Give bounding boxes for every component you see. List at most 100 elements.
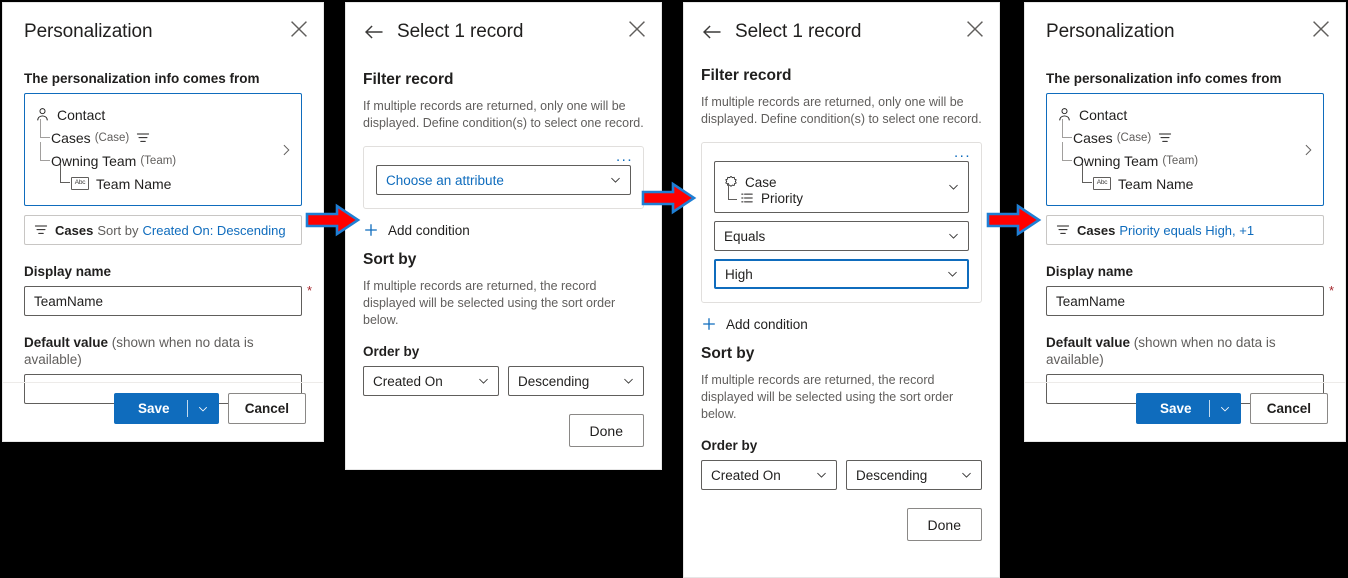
plus-icon xyxy=(703,318,715,330)
filter-summary-bar[interactable]: Cases Priority equals High, +1 xyxy=(1046,215,1324,245)
filter-summary-bar[interactable]: Cases Sort by Created On: Descending xyxy=(24,215,302,245)
order-direction-value: Descending xyxy=(856,467,928,483)
display-name-label: Display name xyxy=(1046,264,1134,279)
arrow-step-1-to-2 xyxy=(305,203,361,237)
done-button-row: Done xyxy=(363,414,644,447)
display-name-input[interactable]: TeamName xyxy=(24,286,302,316)
chevron-right-icon[interactable] xyxy=(1301,143,1315,157)
order-direction-value: Descending xyxy=(518,373,590,389)
chevron-right-icon[interactable] xyxy=(279,143,293,157)
personalization-panel-initial: Personalization The personalization info… xyxy=(2,2,324,442)
filter-icon xyxy=(137,132,150,142)
tree-row-team-name[interactable]: Abc Team Name xyxy=(1057,164,1313,195)
attribute-dropdown[interactable]: Choose an attribute xyxy=(376,165,631,195)
order-field-dropdown[interactable]: Created On xyxy=(363,366,499,396)
summary-link[interactable]: Created On: Descending xyxy=(143,223,286,238)
tree-cases-label: Cases xyxy=(51,129,91,146)
display-name-input[interactable]: TeamName xyxy=(1046,286,1324,316)
arrow-step-3-to-4 xyxy=(986,203,1042,237)
tree-row-root[interactable]: Contact xyxy=(35,103,291,126)
add-condition-label: Add condition xyxy=(726,316,808,332)
page-title: Personalization xyxy=(24,21,153,42)
save-button-label: Save xyxy=(1159,401,1192,416)
order-field-value: Created On xyxy=(373,373,443,389)
filter-record-heading: Filter record xyxy=(701,67,792,84)
tree-root-label: Contact xyxy=(57,106,106,123)
order-field-value: Created On xyxy=(711,467,781,483)
panel-body: Filter record If multiple records are re… xyxy=(683,66,1000,541)
close-icon[interactable] xyxy=(626,18,648,40)
summary-middle: Sort by xyxy=(97,222,139,238)
save-menu-button[interactable] xyxy=(1210,403,1240,415)
tree-row-root[interactable]: Contact xyxy=(1057,103,1313,126)
tree-row-owning-team[interactable]: Owning Team (Team) xyxy=(35,142,291,172)
condition-card: ... Choose an attribute xyxy=(363,146,644,209)
order-direction-dropdown[interactable]: Descending xyxy=(508,366,644,396)
summary-link[interactable]: Priority equals High, +1 xyxy=(1119,223,1254,238)
chevron-down-icon xyxy=(948,271,957,277)
page-title: Personalization xyxy=(1046,21,1175,42)
order-by-label: Order by xyxy=(363,344,420,359)
tree-row-owning-team[interactable]: Owning Team (Team) xyxy=(1057,142,1313,172)
entity-tree-box[interactable]: Contact Cases (Case) Owning Team (Team) xyxy=(1046,93,1324,206)
attribute-dropdown-value: Choose an attribute xyxy=(386,172,504,188)
operator-dropdown[interactable]: Equals xyxy=(714,221,969,251)
tree-team-name-label: Team Name xyxy=(1118,175,1194,192)
tree-team-name-label: Team Name xyxy=(96,175,172,192)
cancel-button[interactable]: Cancel xyxy=(1249,393,1328,424)
summary-entity: Cases xyxy=(55,222,94,238)
back-arrow-icon[interactable] xyxy=(701,21,723,43)
close-icon[interactable] xyxy=(964,18,986,40)
condition-overflow-button[interactable]: ... xyxy=(616,149,633,164)
entity-tree-box[interactable]: Contact Cases (Case) Owning Team (Team) xyxy=(24,93,302,206)
arrow-step-2-to-3 xyxy=(641,181,697,215)
tree-connector xyxy=(1082,164,1092,183)
panel-body: The personalization info comes from Cont… xyxy=(1024,70,1346,404)
chevron-down-icon xyxy=(198,406,207,412)
select-record-panel-empty: Select 1 record Filter record If multipl… xyxy=(345,2,662,470)
tree-connector xyxy=(40,119,50,138)
personalization-panel-final: Personalization The personalization info… xyxy=(1024,2,1346,442)
sort-by-helper: If multiple records are returned, the re… xyxy=(363,279,616,327)
done-button[interactable]: Done xyxy=(568,414,644,447)
condition-overflow-button[interactable]: ... xyxy=(954,145,971,160)
order-direction-dropdown[interactable]: Descending xyxy=(846,460,982,490)
panel-header: Select 1 record xyxy=(683,2,1000,44)
add-condition-button[interactable]: Add condition xyxy=(701,316,982,332)
default-value-label: Default value (shown when no data is ava… xyxy=(24,334,302,368)
tree-connector xyxy=(1062,142,1072,161)
chevron-down-icon xyxy=(949,233,958,239)
filter-record-heading: Filter record xyxy=(363,71,454,88)
tree-connector xyxy=(60,164,70,183)
display-name-value: TeamName xyxy=(34,293,104,309)
cancel-button[interactable]: Cancel xyxy=(227,393,306,424)
done-button-label: Done xyxy=(589,422,623,439)
tree-row-cases[interactable]: Cases (Case) xyxy=(1057,119,1313,149)
close-icon[interactable] xyxy=(288,18,310,40)
save-button[interactable]: Save xyxy=(113,393,219,424)
attribute-field-row: Priority xyxy=(724,182,803,206)
source-label: The personalization info comes from xyxy=(1046,71,1282,86)
save-menu-button[interactable] xyxy=(188,403,218,415)
save-button[interactable]: Save xyxy=(1135,393,1241,424)
panel-body: Filter record If multiple records are re… xyxy=(345,70,662,447)
back-arrow-icon[interactable] xyxy=(363,21,385,43)
required-marker: * xyxy=(1328,283,1334,298)
select-record-panel-filled: Select 1 record Filter record If multipl… xyxy=(683,2,1000,578)
tree-row-team-name[interactable]: Abc Team Name xyxy=(35,164,291,195)
filter-record-helper: If multiple records are returned, only o… xyxy=(701,95,982,126)
add-condition-button[interactable]: Add condition xyxy=(363,222,644,238)
order-by-row: Created On Descending xyxy=(363,366,644,396)
order-field-dropdown[interactable]: Created On xyxy=(701,460,837,490)
sort-by-helper: If multiple records are returned, the re… xyxy=(701,373,954,421)
tree-cases-label: Cases xyxy=(1073,129,1113,146)
tree-row-cases[interactable]: Cases (Case) xyxy=(35,119,291,149)
operand-dropdown[interactable]: High xyxy=(714,259,969,289)
summary-entity: Cases xyxy=(1077,222,1116,238)
attribute-dropdown[interactable]: Case Priority xyxy=(714,161,969,213)
cancel-button-label: Cancel xyxy=(1266,401,1311,416)
operator-value: Equals xyxy=(724,228,766,244)
save-button-label: Save xyxy=(137,401,170,416)
close-icon[interactable] xyxy=(1310,18,1332,40)
done-button[interactable]: Done xyxy=(906,508,982,541)
